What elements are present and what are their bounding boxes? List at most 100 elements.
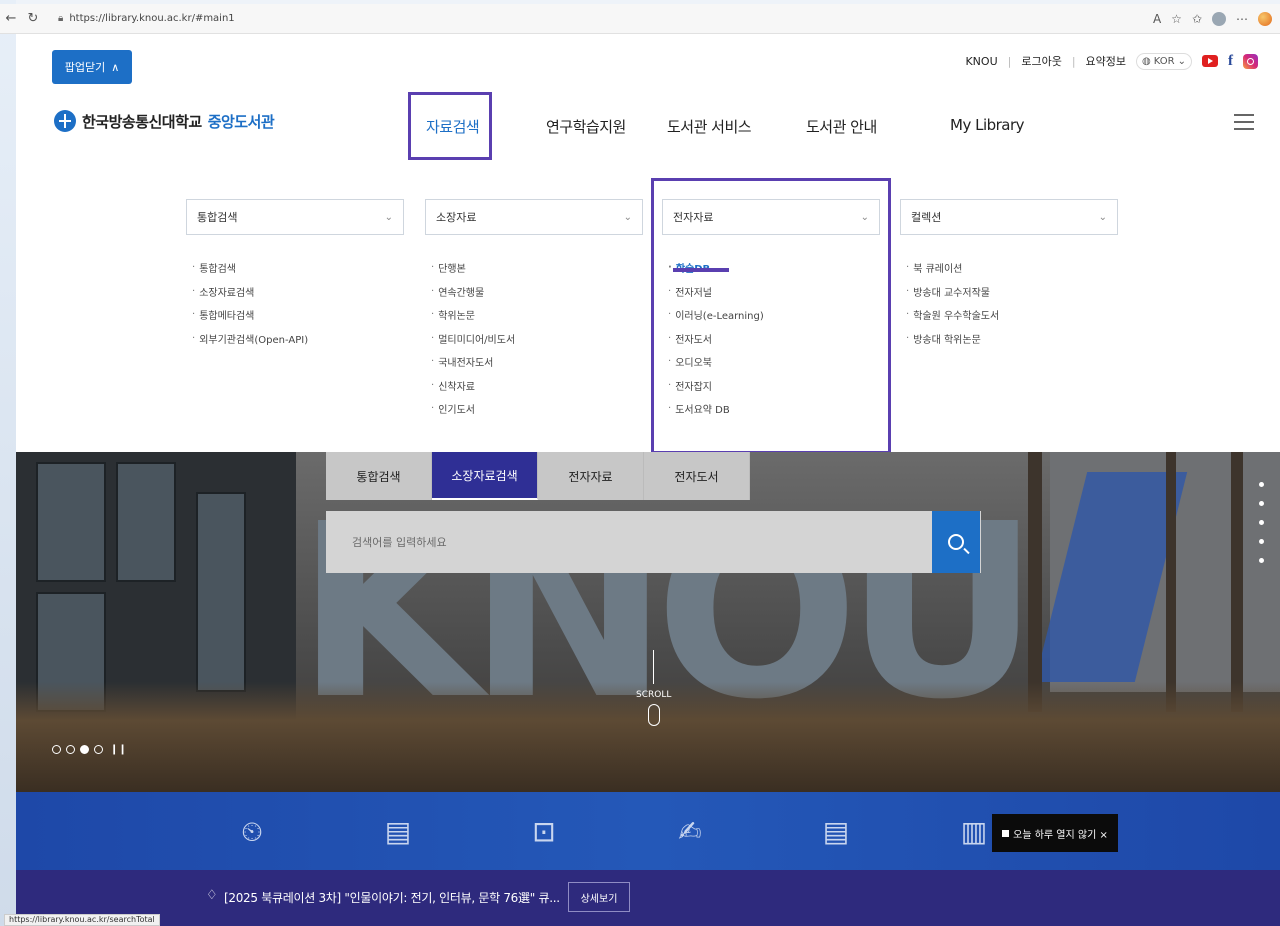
read-aloud-icon[interactable]: A — [1153, 12, 1161, 26]
submenu-item[interactable]: 북 큐레이션 — [906, 256, 999, 280]
address-bar[interactable]: 🔒︎ https://library.knou.ac.kr/#main1 — [50, 8, 1150, 30]
submenu-item[interactable]: 통합메타검색 — [192, 303, 308, 327]
submenu-item[interactable]: 멀티미디어/비도서 — [431, 327, 515, 351]
youtube-icon[interactable] — [1202, 55, 1218, 67]
divider: | — [1007, 54, 1012, 68]
gnb-item-services[interactable]: 도서관 서비스 — [667, 116, 752, 137]
submenu-item[interactable]: 통합검색 — [192, 256, 308, 280]
gnb-item-research[interactable]: 연구학습지원 — [546, 116, 626, 137]
library-site: 팝업닫기 ∧ KNOU | 로그아웃 | 요약정보 ◍ KOR ⌄ f 한국방송… — [16, 34, 1280, 926]
tab-electronic[interactable]: 전자자료 — [538, 452, 644, 500]
server-cap-icon[interactable]: ▤ — [380, 814, 416, 850]
favorite-star-icon[interactable]: ☆ — [1171, 12, 1182, 26]
tab-ebooks[interactable]: 전자도서 — [644, 452, 750, 500]
scroll-indicator[interactable]: SCROLL — [636, 650, 671, 726]
browser-toolbar: ← ↻ 🔒︎ https://library.knou.ac.kr/#main1… — [0, 4, 1280, 34]
instagram-icon[interactable] — [1243, 53, 1258, 69]
pagination-dot[interactable] — [52, 745, 61, 754]
tab-holdings-search[interactable]: 소장자료검색 — [432, 452, 538, 500]
browser-actions: A ☆ ✩ ⋯ — [1153, 4, 1272, 34]
open-book-icon[interactable]: ▥ — [956, 814, 992, 850]
search-button[interactable] — [932, 511, 980, 573]
submenu-item[interactable]: 방송대 교수저작물 — [906, 280, 999, 304]
tree-trunk — [1028, 452, 1042, 712]
hero-pagination: ❙❙ — [52, 744, 127, 755]
section-dot[interactable] — [1259, 558, 1264, 563]
submenu-item[interactable]: 연속간행물 — [431, 280, 515, 304]
popup-close-label: 팝업닫기 — [64, 61, 106, 74]
chevron-up-icon: ∧ — [111, 60, 120, 74]
frame-left — [0, 0, 16, 926]
util-logout-link[interactable]: 로그아웃 — [1021, 53, 1061, 69]
popup-close-button[interactable]: 팝업닫기 ∧ — [52, 50, 132, 84]
notice-text[interactable]: [2025 북큐레이션 3차] "인물이야기: 전기, 인터뷰, 문학 76選"… — [224, 889, 560, 906]
back-icon[interactable]: ← — [0, 11, 22, 26]
notice-bar: ♢ [2025 북큐레이션 3차] "인물이야기: 전기, 인터뷰, 문학 76… — [16, 870, 1280, 926]
menu-header-integrated[interactable]: 통합검색 ⌄ — [186, 199, 404, 235]
submenu-item[interactable]: 외부기관검색(Open-API) — [192, 327, 308, 351]
highlight-box-gnb — [408, 92, 492, 160]
checkbox-icon — [1002, 829, 1010, 837]
submenu-integrated: 통합검색 소장자료검색 통합메타검색 외부기관검색(Open-API) — [192, 256, 308, 350]
building-window — [196, 492, 246, 692]
submenu-collection: 북 큐레이션 방송대 교수저작물 학술원 우수학술도서 방송대 학위논문 — [906, 256, 999, 350]
server-cap-icon[interactable]: ▤ — [818, 814, 854, 850]
favorites-icon[interactable]: ✩ — [1192, 12, 1202, 26]
popup-dismiss-label: 오늘 하루 열지 않기 × — [1013, 829, 1108, 841]
notice-more-button[interactable]: 상세보기 — [568, 882, 630, 912]
pagination-dot[interactable] — [94, 745, 103, 754]
writing-hand-icon[interactable]: ✍ — [672, 814, 708, 850]
chevron-down-icon: ⌄ — [1098, 211, 1107, 223]
search-input[interactable] — [326, 535, 916, 549]
more-icon[interactable]: ⋯ — [1236, 12, 1248, 26]
site-logo[interactable]: 한국방송통신대학교 중앙도서관 — [54, 110, 275, 132]
search-tabs: 통합검색 소장자료검색 전자자료 전자도서 — [326, 452, 750, 500]
facebook-icon[interactable]: f — [1228, 53, 1233, 70]
building-window — [116, 462, 176, 582]
gnb-item-my-library[interactable]: My Library — [950, 116, 1025, 134]
reload-icon[interactable]: ↻ — [22, 11, 44, 26]
pause-icon[interactable]: ❙❙ — [110, 744, 127, 755]
profile-avatar[interactable] — [1212, 12, 1226, 26]
submenu-item[interactable]: 소장자료검색 — [192, 280, 308, 304]
hero-banner: KNOU ❙❙ SCROLL — [16, 452, 1280, 792]
clock-bell-icon[interactable]: ⏲ — [234, 814, 270, 850]
language-select[interactable]: ◍ KOR ⌄ — [1136, 52, 1192, 70]
utility-menu: KNOU | 로그아웃 | 요약정보 ◍ KOR ⌄ f — [965, 50, 1258, 72]
logo-university: 한국방송통신대학교 — [82, 112, 202, 131]
section-dot[interactable] — [1259, 520, 1264, 525]
logo-library: 중앙도서관 — [207, 112, 275, 131]
submenu-item[interactable]: 학술원 우수학술도서 — [906, 303, 999, 327]
globe-icon: ◍ — [1142, 55, 1151, 67]
submenu-item[interactable]: 학위논문 — [431, 303, 515, 327]
tab-integrated-search[interactable]: 통합검색 — [326, 452, 432, 500]
util-knou-link[interactable]: KNOU — [965, 55, 997, 68]
hamburger-menu-icon[interactable] — [1234, 114, 1254, 130]
section-dot[interactable] — [1259, 539, 1264, 544]
section-dot[interactable] — [1259, 501, 1264, 506]
submenu-item[interactable]: 인기도서 — [431, 397, 515, 421]
tree-trunk — [1166, 452, 1176, 712]
submenu-item[interactable]: 방송대 학위논문 — [906, 327, 999, 351]
pagination-dot[interactable] — [66, 745, 75, 754]
presentation-icon[interactable]: ⊡ — [526, 814, 562, 850]
submenu-item[interactable]: 신착자료 — [431, 374, 515, 398]
submenu-item[interactable]: 단행본 — [431, 256, 515, 280]
pagination-dot-active[interactable] — [80, 745, 89, 754]
util-summary-link[interactable]: 요약정보 — [1086, 53, 1126, 69]
submenu-item[interactable]: 국내전자도서 — [431, 350, 515, 374]
menu-header-label: 통합검색 — [197, 211, 238, 224]
gnb-item-guide[interactable]: 도서관 안내 — [806, 116, 877, 137]
tree-trunk — [1231, 452, 1243, 712]
search-icon — [948, 534, 964, 550]
menu-header-collection[interactable]: 컬렉션 ⌄ — [900, 199, 1118, 235]
address-url: https://library.knou.ac.kr/#main1 — [69, 13, 235, 24]
menu-header-holdings[interactable]: 소장자료 ⌄ — [425, 199, 643, 235]
section-dot[interactable] — [1259, 482, 1264, 487]
copilot-icon[interactable] — [1258, 12, 1272, 26]
submenu-holdings: 단행본 연속간행물 학위논문 멀티미디어/비도서 국내전자도서 신착자료 인기도… — [431, 256, 515, 421]
divider: | — [1071, 54, 1076, 68]
chevron-down-icon: ⌄ — [384, 211, 393, 223]
scroll-label: SCROLL — [636, 690, 672, 700]
popup-dismiss-today[interactable]: 오늘 하루 열지 않기 × — [992, 814, 1118, 852]
